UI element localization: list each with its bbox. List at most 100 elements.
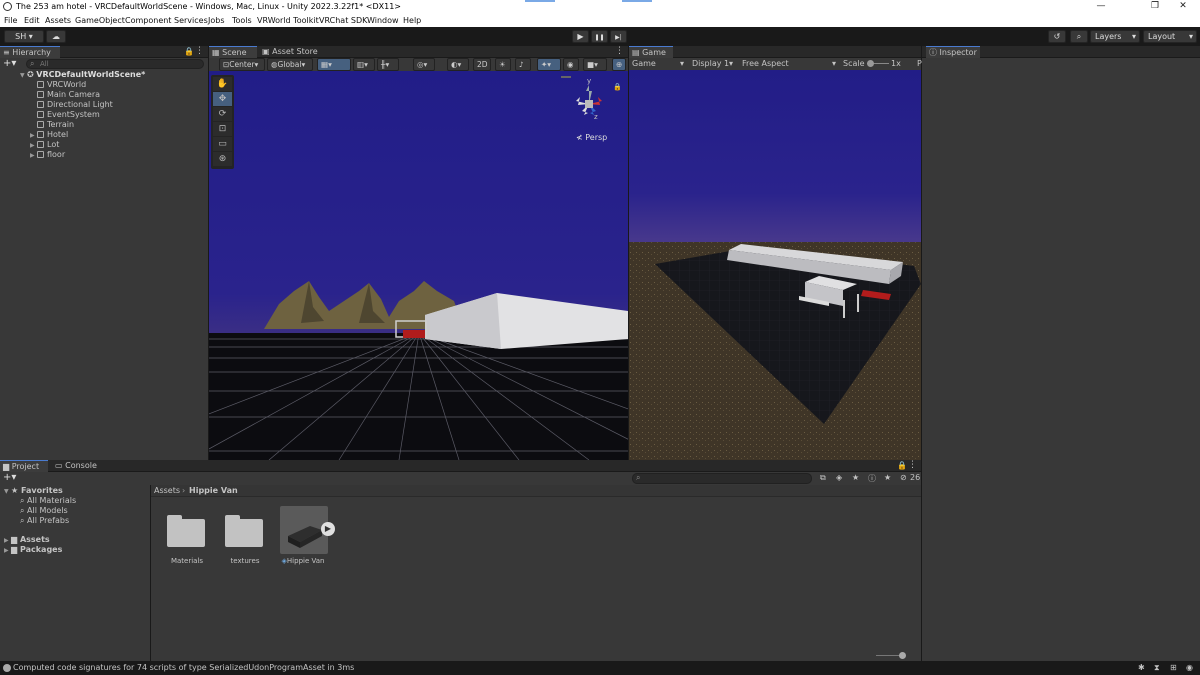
lighting-toggle[interactable]: ☀ [495,58,511,71]
search-button[interactable]: ⌕ [1070,30,1088,43]
aspect-dropdown[interactable]: Free Aspect ▾ [742,59,838,68]
more-options-icon[interactable]: ⋮ [615,46,624,56]
expand-prefab-button[interactable]: ▶ [321,522,335,536]
close-button[interactable]: ✕ [1166,0,1200,14]
cache-icon[interactable]: ⊞ [1170,661,1177,675]
game-viewport[interactable] [629,70,921,460]
grid-snap-button[interactable]: ▦▾ [317,58,351,71]
lock-icon[interactable]: 🔒 [184,47,194,56]
add-object-button[interactable]: +▾ [3,59,19,69]
ruler-button[interactable]: ╫▾ [377,58,399,71]
breadcrumb-assets[interactable]: Assets [154,486,180,495]
tab-project[interactable]: ▆ Project [0,460,48,472]
more-options-icon[interactable]: ⋮ [908,460,917,470]
draw-mode-button[interactable]: ◎▾ [413,58,435,71]
hierarchy-item[interactable]: Terrain [30,120,74,130]
menu-jobs[interactable]: Jobs [208,16,225,25]
display-dropdown[interactable]: Display 1 ▾ [692,59,736,68]
hidden-packages-icon[interactable]: ★ [884,473,891,482]
menu-gameobject[interactable]: GameObject [75,16,125,25]
favorite-search-icon[interactable]: ★ [852,473,859,482]
2d-toggle[interactable]: 2D [473,58,491,71]
search-by-type-icon[interactable]: ⧉ [820,473,826,483]
scale-slider-thumb[interactable] [867,60,874,67]
hierarchy-search-input[interactable]: ⌕ All [26,59,204,69]
icon-size-thumb[interactable] [899,652,906,659]
hidden-objects-toggle[interactable]: ◉ [563,58,579,71]
assets-root-row[interactable]: ▶ ▆ Assets [4,535,50,544]
lock-icon[interactable]: 🔒 [897,461,907,470]
shading-mode-button[interactable]: ◐▾ [447,58,469,71]
menu-assets[interactable]: Assets [45,16,71,25]
menu-window[interactable]: Window [367,16,399,25]
gizmos-toggle[interactable]: ⊕ [612,58,626,71]
scene-gizmo[interactable]: y z ≮ Persp [564,77,614,142]
asset-materials[interactable]: Materials [165,509,209,565]
tab-game[interactable]: ▤ Game [629,46,673,58]
asset-textures[interactable]: textures [223,509,267,565]
menu-tools[interactable]: Tools [232,16,252,25]
more-options-icon[interactable]: ⋮ [195,46,204,56]
scale-tool[interactable]: ⊡ [213,122,232,136]
tab-console[interactable]: ▭ Console [52,460,102,472]
collapsed-arrow-icon[interactable]: ▶ [30,151,37,161]
menu-file[interactable]: File [4,16,17,25]
menu-vrworld-toolkit[interactable]: VRWorld Toolkit [257,16,319,25]
account-dropdown[interactable]: SH ▾ [4,30,44,43]
hierarchy-item[interactable]: Directional Light [30,100,113,110]
lock-icon[interactable]: 🔒 [613,83,622,91]
scene-row[interactable]: ▼ ✪ VRCDefaultWorldScene* [20,70,208,80]
snap-increment-button[interactable]: ▥▾ [353,58,375,71]
hidden-count-eye-icon[interactable]: ⊘ [900,473,907,482]
fav-all-prefabs[interactable]: ⌕ All Prefabs [20,516,69,526]
layers-dropdown[interactable]: Layers ▾ [1090,30,1140,43]
move-tool[interactable]: ✥ [213,92,232,106]
rect-tool[interactable]: ▭ [213,137,232,151]
hierarchy-item[interactable]: VRCWorld [30,80,86,90]
persp-label[interactable]: ≮ Persp [576,133,607,142]
create-asset-button[interactable]: +▾ [3,472,16,483]
pivot-dropdown[interactable]: ⊡Center▾ [219,58,265,71]
transform-tool[interactable]: ⊛ [213,152,232,166]
minimize-button[interactable]: — [1084,0,1118,14]
overlay-handle[interactable] [561,76,571,78]
asset-hippie-van[interactable]: ▶ ◈Hippie Van [279,505,341,567]
account-icon[interactable]: ◉ [1186,661,1193,675]
hierarchy-item[interactable]: Main Camera [30,90,100,100]
debug-icon[interactable]: ✱ [1138,661,1145,675]
hierarchy-item[interactable]: ▶ Lot [30,140,59,150]
play-button[interactable]: ▶ [572,30,589,43]
cloud-button[interactable]: ☁ [46,30,66,43]
pause-button[interactable]: ❚❚ [591,30,608,43]
fav-all-materials[interactable]: ⌕ All Materials [20,496,76,506]
menu-component[interactable]: Component [125,16,171,25]
undo-history-button[interactable]: ↺ [1048,30,1066,43]
audio-toggle[interactable]: ♪ [515,58,531,71]
menu-vrchat-sdk[interactable]: VRChat SDK [319,16,367,25]
fav-all-models[interactable]: ⌕ All Models [20,506,68,516]
menu-services[interactable]: Services [174,16,208,25]
progress-icon[interactable]: ⧗ [1154,661,1160,675]
tab-asset-store[interactable]: ▣ Asset Store [259,46,319,58]
camera-settings-button[interactable]: ■▾ [583,58,607,71]
hand-tool[interactable]: ✋ [213,77,232,91]
effects-toggle[interactable]: ✦▾ [537,58,561,71]
layout-dropdown[interactable]: Layout ▾ [1143,30,1197,43]
project-search-input[interactable]: ⌕ [632,473,812,484]
hierarchy-item[interactable]: ▶ Hotel [30,130,68,140]
game-mode-dropdown[interactable]: Game ▾ [632,59,688,68]
package-info-icon[interactable]: ⓘ [868,473,876,484]
rotate-tool[interactable]: ⟳ [213,107,232,121]
hierarchy-item[interactable]: ▶ floor [30,150,65,160]
tab-hierarchy[interactable]: ≡ Hierarchy [0,46,60,58]
menu-help[interactable]: Help [403,16,421,25]
space-dropdown[interactable]: ◍Global▾ [267,58,313,71]
hierarchy-item[interactable]: EventSystem [30,110,100,120]
search-by-label-icon[interactable]: ◈ [836,473,842,482]
favorites-row[interactable]: ▼ ★ Favorites [4,486,63,495]
tab-scene[interactable]: ▦ Scene [209,46,257,58]
tab-inspector[interactable]: ⓘ Inspector [926,46,980,58]
menu-edit[interactable]: Edit [24,16,40,25]
step-button[interactable]: ▶| [610,30,627,43]
packages-root-row[interactable]: ▶ ▆ Packages [4,545,62,554]
